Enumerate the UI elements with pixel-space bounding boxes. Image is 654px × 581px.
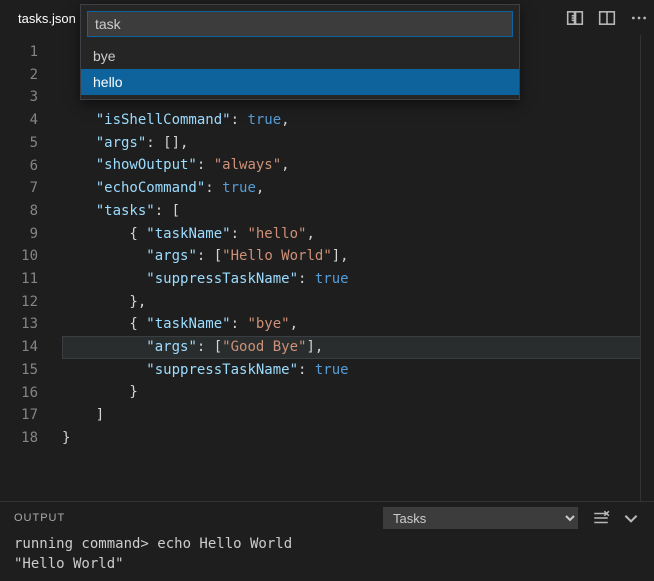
more-icon[interactable] <box>630 9 648 27</box>
split-compare-icon[interactable] <box>566 9 584 27</box>
code-line[interactable]: "args": ["Good Bye"], <box>62 336 654 359</box>
command-palette-input[interactable] <box>87 11 513 37</box>
code-line[interactable]: "echoCommand": true, <box>62 177 654 200</box>
code-line[interactable]: { "taskName": "hello", <box>62 223 654 246</box>
code-line[interactable]: } <box>62 381 654 404</box>
output-line: "Hello World" <box>14 554 640 574</box>
command-palette-list: byehello <box>81 43 519 99</box>
vertical-scrollbar[interactable] <box>640 35 654 501</box>
code-content[interactable]: "isShellCommand": true, "args": [], "sho… <box>62 35 654 501</box>
code-line[interactable]: "args": [], <box>62 132 654 155</box>
tab-title: tasks.json <box>18 11 76 26</box>
code-line[interactable]: "args": ["Hello World"], <box>62 245 654 268</box>
output-panel: OUTPUT Tasks running command> echo Hello… <box>0 501 654 581</box>
code-line[interactable]: }, <box>62 291 654 314</box>
clear-output-icon[interactable] <box>592 509 610 527</box>
output-line: running command> echo Hello World <box>14 534 640 554</box>
code-line[interactable]: "tasks": [ <box>62 200 654 223</box>
palette-item-bye[interactable]: bye <box>81 43 519 69</box>
code-editor[interactable]: 123456789101112131415161718 "isShellComm… <box>0 35 654 501</box>
line-number-gutter: 123456789101112131415161718 <box>0 35 62 501</box>
code-line[interactable]: "suppressTaskName": true <box>62 359 654 382</box>
panel-title: OUTPUT <box>14 512 65 524</box>
collapse-panel-icon[interactable] <box>622 509 640 527</box>
output-body[interactable]: running command> echo Hello World"Hello … <box>0 534 654 581</box>
code-line[interactable]: "showOutput": "always", <box>62 154 654 177</box>
code-line[interactable]: ] <box>62 404 654 427</box>
split-editor-icon[interactable] <box>598 9 616 27</box>
palette-item-hello[interactable]: hello <box>81 69 519 95</box>
code-line[interactable]: { "taskName": "bye", <box>62 313 654 336</box>
output-channel-select[interactable]: Tasks <box>383 507 578 529</box>
command-palette: byehello <box>80 4 520 100</box>
code-line[interactable]: "isShellCommand": true, <box>62 109 654 132</box>
code-line[interactable]: } <box>62 427 654 450</box>
code-line[interactable]: "suppressTaskName": true <box>62 268 654 291</box>
